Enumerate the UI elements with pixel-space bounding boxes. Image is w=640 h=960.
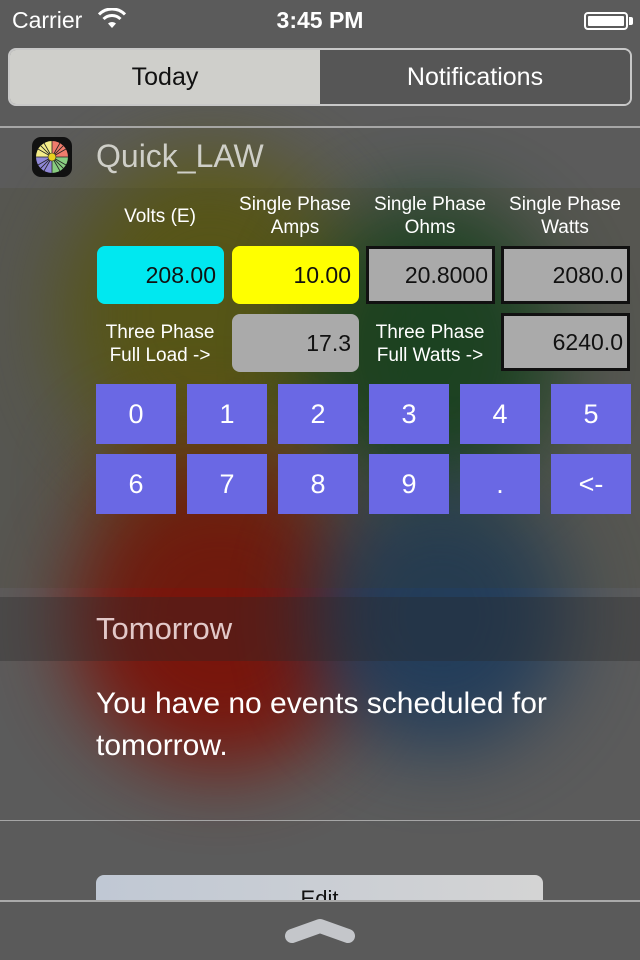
key-4[interactable]: 4 xyxy=(460,384,540,444)
tab-today[interactable]: Today xyxy=(10,50,320,104)
key-2[interactable]: 2 xyxy=(278,384,358,444)
amps-label: Single Phase Amps xyxy=(239,194,351,238)
watts-label: Single Phase Watts xyxy=(509,194,621,238)
amps-field[interactable] xyxy=(232,246,359,304)
tab-notifications[interactable]: Notifications xyxy=(320,50,630,104)
clock: 3:45 PM xyxy=(276,7,364,33)
status-bar: Carrier 3:45 PM xyxy=(0,0,640,40)
widget-header[interactable]: Quick_LAW xyxy=(0,128,640,188)
keypad: 0 1 2 3 4 5 6 7 8 9 . <- xyxy=(96,384,631,514)
ohms-label: Single Phase Ohms xyxy=(374,194,486,238)
key-7[interactable]: 7 xyxy=(187,454,267,514)
three-phase-full-watts-label: Three Phase Full Watts -> xyxy=(375,322,485,366)
key-5[interactable]: 5 xyxy=(551,384,631,444)
three-phase-full-watts-field[interactable] xyxy=(501,313,630,371)
ohms-field[interactable] xyxy=(366,246,495,304)
volts-field[interactable] xyxy=(97,246,224,304)
three-phase-full-load-field[interactable] xyxy=(232,314,359,372)
key-0[interactable]: 0 xyxy=(96,384,176,444)
chevron-up-icon[interactable] xyxy=(284,916,356,944)
key-6[interactable]: 6 xyxy=(96,454,176,514)
key-backspace[interactable]: <- xyxy=(551,454,631,514)
key-9[interactable]: 9 xyxy=(369,454,449,514)
segmented-control: Today Notifications xyxy=(8,48,632,106)
key-8[interactable]: 8 xyxy=(278,454,358,514)
key-decimal[interactable]: . xyxy=(460,454,540,514)
key-1[interactable]: 1 xyxy=(187,384,267,444)
key-3[interactable]: 3 xyxy=(369,384,449,444)
battery-full-icon xyxy=(584,12,628,30)
battery-tip xyxy=(629,17,633,25)
divider xyxy=(0,820,640,821)
volts-label: Volts (E) xyxy=(124,206,196,227)
three-phase-full-load-label: Three Phase Full Load -> xyxy=(105,322,215,366)
app-title: Quick_LAW xyxy=(96,138,264,174)
color-wheel-icon xyxy=(32,137,72,177)
tomorrow-header: Tomorrow xyxy=(0,597,640,661)
tomorrow-message: You have no events scheduled for tomorro… xyxy=(96,687,547,762)
watts-field[interactable] xyxy=(501,246,630,304)
tomorrow-title: Tomorrow xyxy=(96,611,233,646)
